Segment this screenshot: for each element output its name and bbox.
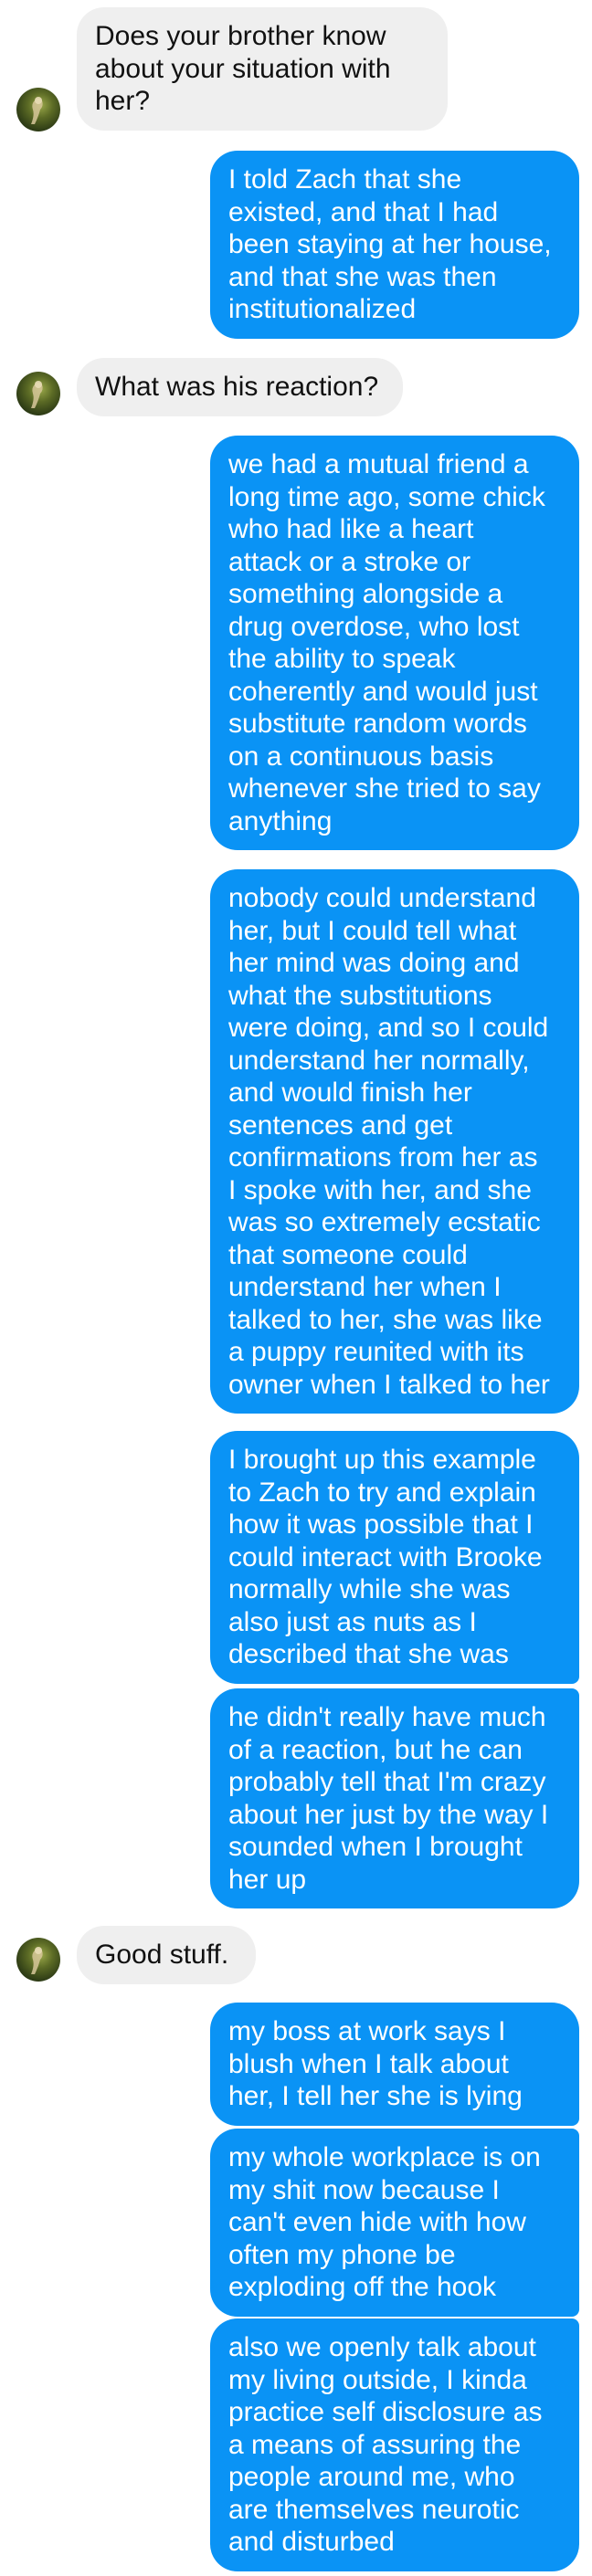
message-bubble-outgoing[interactable]: we had a mutual friend a long time ago, … bbox=[210, 436, 579, 850]
avatar-photo-icon bbox=[31, 1947, 43, 1974]
message-bubble-outgoing[interactable]: nobody could understand her, but I could… bbox=[210, 869, 579, 1414]
message-thread: Does your brother know about your situat… bbox=[0, 0, 592, 2576]
message-bubble-incoming[interactable]: What was his reaction? bbox=[77, 358, 403, 416]
message-bubble-outgoing[interactable]: my whole workplace is on my shit now bec… bbox=[210, 2129, 579, 2317]
message-bubble-incoming[interactable]: Does your brother know about your situat… bbox=[77, 7, 448, 131]
message-bubble-outgoing[interactable]: I told Zach that she existed, and that I… bbox=[210, 151, 579, 339]
avatar-photo-icon bbox=[31, 97, 43, 124]
message-bubble-outgoing[interactable]: also we openly talk about my living outs… bbox=[210, 2318, 579, 2571]
message-bubble-outgoing[interactable]: he didn't really have much of a reaction… bbox=[210, 1688, 579, 1908]
message-bubble-outgoing[interactable]: I brought up this example to Zach to try… bbox=[210, 1431, 579, 1684]
message-bubble-incoming[interactable]: Good stuff. bbox=[77, 1926, 256, 1984]
message-bubble-outgoing[interactable]: my boss at work says I blush when I talk… bbox=[210, 2003, 579, 2126]
avatar-photo-icon bbox=[31, 381, 43, 408]
contact-avatar[interactable] bbox=[16, 88, 60, 131]
contact-avatar[interactable] bbox=[16, 1938, 60, 1982]
contact-avatar[interactable] bbox=[16, 372, 60, 415]
